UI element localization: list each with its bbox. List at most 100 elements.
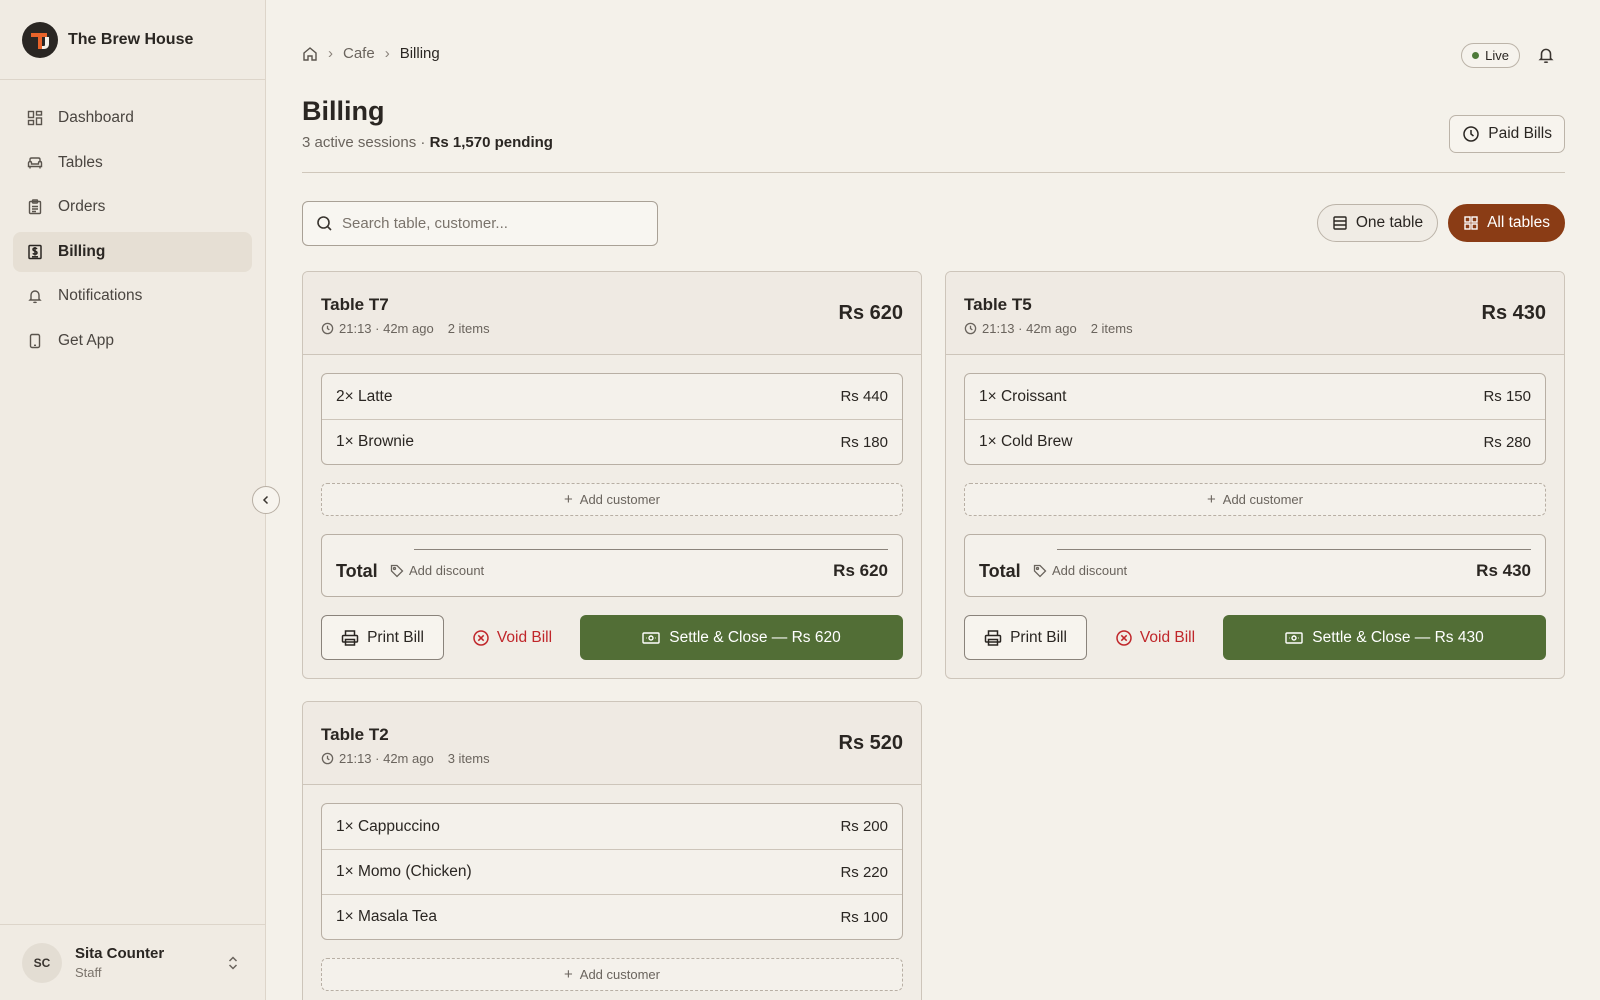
bill-items-count: 2 items <box>1090 321 1133 336</box>
live-status-badge: Live <box>1461 43 1520 68</box>
settle-close-button[interactable]: Settle & Close — Rs 430 <box>1223 615 1546 660</box>
notifications-bell-icon[interactable] <box>1537 46 1555 64</box>
bill-time: 21:13 · 42m ago <box>339 321 434 336</box>
total-label: Total <box>979 561 1021 581</box>
breadcrumb-current: Billing <box>399 45 440 62</box>
sidebar-item-orders[interactable]: Orders <box>13 187 252 227</box>
breadcrumb: › Cafe › Billing <box>302 45 440 62</box>
all-tables-view-button[interactable]: All tables <box>1448 204 1565 242</box>
void-bill-button[interactable]: Void Bill <box>444 615 580 660</box>
item-price: Rs 150 <box>1483 388 1531 405</box>
sidebar-item-label: Tables <box>58 153 103 171</box>
table-name: Table T2 <box>321 725 389 744</box>
item-name: 1× Momo (Chicken) <box>336 863 472 880</box>
bill-total-box: Total Add discount Rs 620 <box>321 534 903 597</box>
sidebar: The Brew House Dashboard Tables Orders B… <box>0 0 266 1000</box>
item-name: 1× Cappuccino <box>336 817 440 835</box>
settle-close-label: Settle & Close — Rs 620 <box>669 628 841 646</box>
sidebar-item-billing[interactable]: Billing <box>13 231 252 272</box>
user-role: Staff <box>75 965 102 980</box>
sidebar-item-tables[interactable]: Tables <box>13 143 252 183</box>
page-title: Billing <box>302 96 385 126</box>
item-price: Rs 440 <box>840 388 888 405</box>
bill-card-total: Rs 520 <box>838 732 904 754</box>
breadcrumb-separator-icon: › <box>384 45 390 62</box>
total-label: Total <box>336 561 378 581</box>
bill-items-count: 2 items <box>447 321 490 336</box>
table-name: Table T7 <box>321 295 389 314</box>
search-box[interactable] <box>302 201 658 246</box>
brand[interactable]: The Brew House <box>0 0 265 80</box>
add-customer-button[interactable]: + Add customer <box>321 483 903 516</box>
bill-card-header: Table T5 21:13 · 42m ago 2 items Rs 430 <box>946 272 1564 355</box>
main-content: › Cafe › Billing Live Billing 3 active s… <box>302 0 1565 1000</box>
bill-items-list: 2× Latte Rs 440 1× Brownie Rs 180 <box>321 373 903 465</box>
print-bill-label: Print Bill <box>1010 628 1067 646</box>
list-item: 2× Latte Rs 440 <box>322 374 902 419</box>
settle-close-label: Settle & Close — Rs 430 <box>1312 628 1484 646</box>
search-icon <box>317 216 332 231</box>
chevrons-up-down-icon[interactable] <box>226 955 240 971</box>
home-icon[interactable] <box>302 46 318 62</box>
print-bill-button[interactable]: Print Bill <box>321 615 444 660</box>
total-amount: Rs 620 <box>833 561 888 580</box>
item-name: 2× Latte <box>336 387 393 405</box>
all-tables-label: All tables <box>1487 214 1550 231</box>
list-icon <box>1333 216 1347 230</box>
list-item: 1× Momo (Chicken) Rs 220 <box>322 849 902 894</box>
one-table-label: One table <box>1355 214 1424 231</box>
sidebar-item-dashboard[interactable]: Dashboard <box>13 98 252 138</box>
user-menu[interactable]: SC Sita Counter Staff <box>0 924 266 1000</box>
print-bill-button[interactable]: Print Bill <box>964 615 1087 660</box>
banknote-icon <box>642 631 660 644</box>
add-discount-button[interactable]: Add discount <box>1033 563 1127 578</box>
bell-icon <box>28 290 42 304</box>
topbar: › Cafe › Billing Live <box>302 0 1565 110</box>
paid-bills-label: Paid Bills <box>1488 125 1552 142</box>
bill-card-total: Rs 430 <box>1481 302 1547 324</box>
void-bill-button[interactable]: Void Bill <box>1087 615 1223 660</box>
sidebar-nav: Dashboard Tables Orders Billing Notifica… <box>0 80 265 361</box>
add-discount-label: Add discount <box>1052 563 1128 578</box>
clock-icon <box>321 752 334 765</box>
settle-close-button[interactable]: Settle & Close — Rs 620 <box>580 615 903 660</box>
sidebar-item-notifications[interactable]: Notifications <box>13 276 252 316</box>
list-item: 1× Cappuccino Rs 200 <box>322 804 902 849</box>
paid-bills-button[interactable]: Paid Bills <box>1449 115 1565 153</box>
add-customer-button[interactable]: + Add customer <box>321 958 903 991</box>
brand-name: The Brew House <box>68 30 194 48</box>
bill-time: 21:13 · 42m ago <box>339 751 434 766</box>
sidebar-item-get-app[interactable]: Get App <box>13 321 252 361</box>
breadcrumb-cafe[interactable]: Cafe <box>343 45 375 62</box>
list-item: 1× Masala Tea Rs 100 <box>322 894 902 939</box>
bill-actions: Print Bill Void Bill Settle & Close — Rs… <box>964 615 1546 660</box>
grid-icon <box>1464 216 1478 230</box>
printer-icon <box>984 629 1002 646</box>
bill-items-list: 1× Croissant Rs 150 1× Cold Brew Rs 280 <box>964 373 1546 465</box>
user-name: Sita Counter <box>75 945 165 962</box>
bill-meta: 21:13 · 42m ago 2 items <box>964 321 1133 336</box>
bill-time: 21:13 · 42m ago <box>982 321 1077 336</box>
grid-icon <box>27 110 43 126</box>
sidebar-collapse-button[interactable] <box>252 486 280 514</box>
item-price: Rs 100 <box>840 908 888 926</box>
clock-icon <box>1463 126 1479 142</box>
live-label: Live <box>1485 48 1509 63</box>
armchair-icon <box>27 156 43 168</box>
add-discount-button[interactable]: Add discount <box>390 563 484 578</box>
plus-icon: + <box>564 966 573 983</box>
bill-card-t5: Table T5 21:13 · 42m ago 2 items Rs 430 … <box>945 271 1565 679</box>
receipt-icon <box>28 244 42 259</box>
chevron-left-icon <box>262 495 269 505</box>
item-price: Rs 180 <box>840 433 888 451</box>
bill-card-t2: Table T2 21:13 · 42m ago 3 items Rs 520 … <box>302 701 922 1000</box>
list-item: 1× Brownie Rs 180 <box>322 419 902 464</box>
brand-logo-icon <box>22 21 58 58</box>
search-input[interactable] <box>342 215 642 232</box>
x-circle-icon <box>473 629 489 646</box>
one-table-view-button[interactable]: One table <box>1316 204 1439 242</box>
bill-card-header: Table T2 21:13 · 42m ago 3 items Rs 520 <box>303 702 921 785</box>
add-discount-label: Add discount <box>409 563 485 578</box>
total-rule <box>414 549 888 550</box>
add-customer-button[interactable]: + Add customer <box>964 483 1546 516</box>
